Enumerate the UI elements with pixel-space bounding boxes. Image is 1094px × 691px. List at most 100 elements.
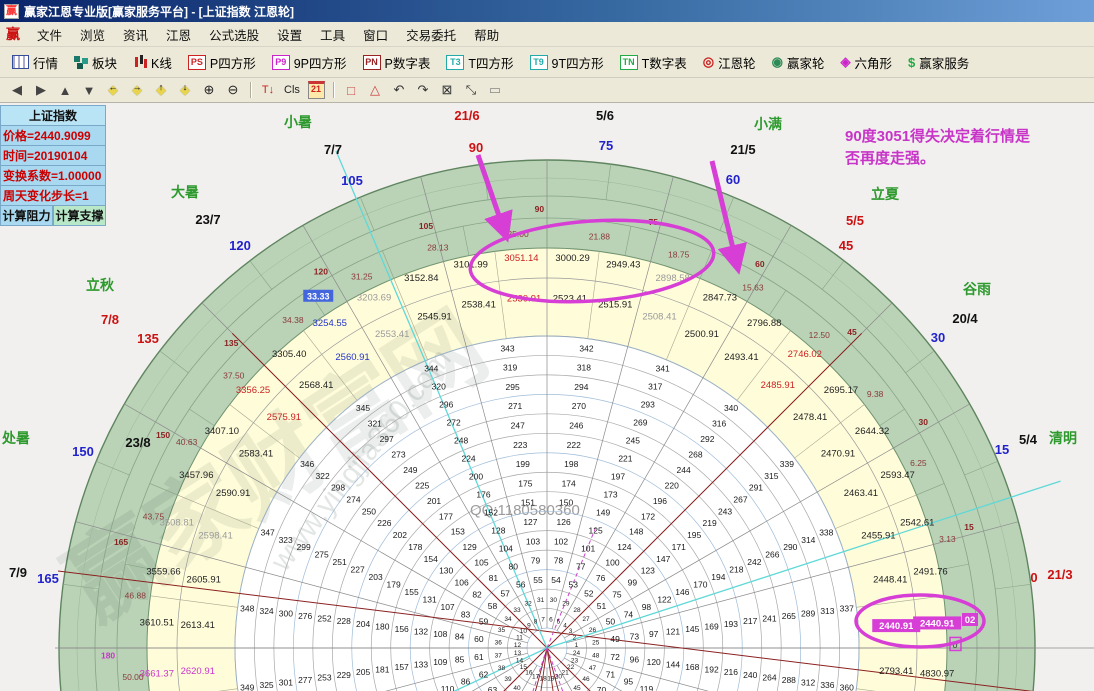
江恩轮-button[interactable]: ◎江恩轮 bbox=[695, 50, 764, 75]
svg-text:244: 244 bbox=[677, 465, 691, 475]
svg-text:79: 79 bbox=[531, 556, 541, 566]
svg-text:339: 339 bbox=[780, 459, 794, 469]
pan-right-icon[interactable]: ◆→ bbox=[126, 80, 148, 101]
svg-text:9.38: 9.38 bbox=[867, 389, 884, 399]
svg-text:102: 102 bbox=[554, 536, 568, 546]
nav-up-icon[interactable]: ▲ bbox=[54, 80, 76, 101]
menu-bar: 赢 文件浏览资讯江恩公式选股设置工具窗口交易委托帮助 bbox=[0, 22, 1094, 47]
nav-forward-icon[interactable]: ▶ bbox=[30, 80, 52, 101]
svg-text:342: 342 bbox=[579, 343, 593, 353]
menu-item-7[interactable]: 窗口 bbox=[354, 27, 397, 45]
svg-text:242: 242 bbox=[747, 557, 761, 567]
svg-text:85: 85 bbox=[455, 655, 465, 665]
toolbar-label: 江恩轮 bbox=[718, 53, 756, 72]
svg-text:3508.81: 3508.81 bbox=[160, 517, 194, 528]
T数字表-button[interactable]: TNT数字表 bbox=[612, 50, 695, 75]
svg-text:13: 13 bbox=[514, 650, 522, 657]
nav-back-icon[interactable]: ◀ bbox=[6, 80, 28, 101]
svg-text:176: 176 bbox=[476, 490, 490, 500]
t9-square-icon: T9 bbox=[530, 55, 548, 70]
menu-item-5[interactable]: 设置 bbox=[268, 27, 311, 45]
svg-text:341: 341 bbox=[656, 364, 670, 374]
svg-text:104: 104 bbox=[499, 544, 513, 554]
svg-text:清明: 清明 bbox=[1049, 430, 1077, 446]
svg-text:300: 300 bbox=[279, 609, 293, 619]
svg-text:21/3: 21/3 bbox=[1047, 567, 1072, 582]
svg-text:2448.41: 2448.41 bbox=[873, 575, 907, 586]
赢家轮-button[interactable]: ◉赢家轮 bbox=[764, 50, 833, 75]
symbol-name: 上证指数 bbox=[0, 105, 106, 126]
p-square-icon: PS bbox=[188, 55, 206, 70]
svg-text:2500.91: 2500.91 bbox=[685, 329, 719, 340]
gann-wheel-canvas[interactable]: 赢家财富网www.yingjia360.comQQ:11805803601234… bbox=[0, 103, 1094, 691]
svg-text:56: 56 bbox=[516, 580, 526, 590]
svg-text:17: 17 bbox=[532, 673, 540, 680]
svg-text:50: 50 bbox=[606, 617, 616, 627]
toolbar-label: 9P四方形 bbox=[294, 53, 347, 72]
menu-item-9[interactable]: 帮助 bbox=[465, 27, 508, 45]
svg-text:145: 145 bbox=[685, 624, 699, 634]
nav-down-icon[interactable]: ▼ bbox=[78, 80, 100, 101]
menu-item-3[interactable]: 江恩 bbox=[157, 27, 200, 45]
cls-button[interactable]: Cls bbox=[281, 80, 303, 101]
P数字表-button[interactable]: PNP数字表 bbox=[355, 50, 439, 75]
svg-text:268: 268 bbox=[688, 449, 702, 459]
svg-text:3457.96: 3457.96 bbox=[179, 470, 213, 481]
赢家服务-button[interactable]: $赢家服务 bbox=[900, 50, 977, 75]
svg-text:1: 1 bbox=[575, 642, 579, 649]
svg-text:154: 154 bbox=[424, 554, 438, 564]
screen-icon[interactable]: ▭ bbox=[484, 80, 506, 101]
rotate-cw-icon[interactable]: ↷ bbox=[412, 80, 434, 101]
svg-text:45: 45 bbox=[847, 327, 857, 337]
menu-item-4[interactable]: 公式选股 bbox=[200, 27, 268, 45]
svg-text:2847.73: 2847.73 bbox=[703, 292, 737, 303]
svg-text:6.25: 6.25 bbox=[910, 458, 927, 468]
svg-text:12: 12 bbox=[514, 642, 522, 649]
svg-text:147: 147 bbox=[656, 554, 670, 564]
range-icon[interactable]: T↓ bbox=[257, 80, 279, 101]
square-tool-icon[interactable]: □ bbox=[340, 80, 362, 101]
9P四方形-button[interactable]: P99P四方形 bbox=[264, 50, 355, 75]
svg-text:171: 171 bbox=[672, 542, 686, 552]
menu-item-6[interactable]: 工具 bbox=[311, 27, 354, 45]
svg-text:98: 98 bbox=[642, 602, 652, 612]
gann-wheel-chart-area[interactable]: 赢家财富网www.yingjia360.comQQ:11805803601234… bbox=[0, 103, 1094, 691]
calc-resistance-button[interactable]: 计算阻力 bbox=[0, 206, 53, 226]
svg-text:288: 288 bbox=[782, 675, 796, 685]
toolbar-label: 赢家轮 bbox=[787, 53, 825, 72]
svg-text:124: 124 bbox=[617, 542, 631, 552]
svg-text:228: 228 bbox=[337, 616, 351, 626]
行情-button[interactable]: 行情 bbox=[4, 50, 66, 75]
svg-text:5: 5 bbox=[557, 619, 561, 626]
calendar-icon[interactable]: 21 bbox=[305, 80, 327, 101]
svg-text:295: 295 bbox=[506, 382, 520, 392]
svg-text:126: 126 bbox=[556, 517, 570, 527]
menu-item-8[interactable]: 交易委托 bbox=[397, 27, 465, 45]
menu-item-0[interactable]: 文件 bbox=[28, 27, 71, 45]
K线-button[interactable]: K线 bbox=[125, 50, 180, 75]
svg-text:229: 229 bbox=[337, 670, 351, 680]
menu-item-2[interactable]: 资讯 bbox=[114, 27, 157, 45]
calc-support-button[interactable]: 计算支撑 bbox=[53, 206, 106, 226]
六角形-button[interactable]: ◈六角形 bbox=[832, 50, 900, 75]
delete-box-icon[interactable]: ⊠ bbox=[436, 80, 458, 101]
svg-text:156: 156 bbox=[395, 624, 409, 634]
9T四方形-button[interactable]: T99T四方形 bbox=[522, 50, 612, 75]
板块-button[interactable]: 板块 bbox=[66, 50, 125, 75]
winner-wheel-icon: ◉ bbox=[772, 54, 783, 70]
t-table-icon: TN bbox=[620, 55, 638, 70]
pan-left-icon[interactable]: ◆← bbox=[102, 80, 124, 101]
svg-text:3254.55: 3254.55 bbox=[313, 318, 347, 329]
P四方形-button[interactable]: PSP四方形 bbox=[180, 50, 264, 75]
rotate-ccw-icon[interactable]: ↶ bbox=[388, 80, 410, 101]
zoom-in-icon[interactable]: ⊕ bbox=[198, 80, 220, 101]
pan-up-icon[interactable]: ◆↑ bbox=[150, 80, 172, 101]
menu-item-1[interactable]: 浏览 bbox=[71, 27, 114, 45]
zoom-out-icon[interactable]: ⊖ bbox=[222, 80, 244, 101]
pan-down-icon[interactable]: ◆↓ bbox=[174, 80, 196, 101]
svg-text:337: 337 bbox=[840, 604, 854, 614]
center-icon[interactable]: ⤡ bbox=[460, 80, 482, 101]
svg-text:245: 245 bbox=[626, 436, 640, 446]
T四方形-button[interactable]: T3T四方形 bbox=[438, 50, 521, 75]
triangle-tool-icon[interactable]: △ bbox=[364, 80, 386, 101]
